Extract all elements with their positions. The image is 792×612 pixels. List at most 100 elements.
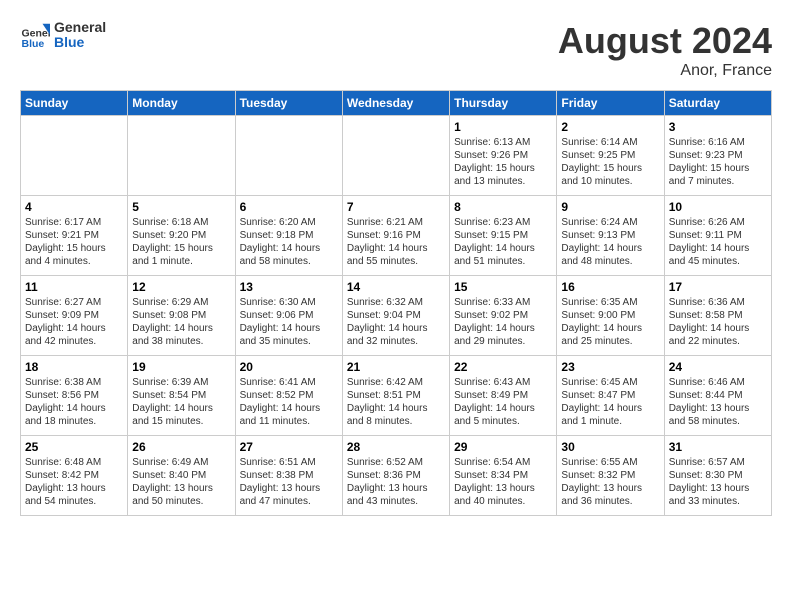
calendar-cell: 23Sunrise: 6:45 AM Sunset: 8:47 PM Dayli… <box>557 356 664 436</box>
calendar-cell: 10 Sunrise: 6:26 AM Sunset: 9:11 PM Dayli… <box>664 196 771 276</box>
week-row-1: 1 Sunrise: 6:13 AM Sunset: 9:26 PM Daylig… <box>21 116 772 196</box>
day-number: 30 <box>561 440 659 454</box>
title-block: August 2024 Anor, France <box>558 20 772 80</box>
day-info: Sunrise: 6:46 AM Sunset: 8:44 PM Dayligh… <box>669 376 767 428</box>
calendar-cell: 6 Sunrise: 6:20 AM Sunset: 9:18 PM Daylig… <box>235 196 342 276</box>
day-info: Sunrise: 6:27 AM Sunset: 9:09 PM Dayligh… <box>25 296 123 348</box>
day-number: 10 <box>669 200 767 214</box>
weekday-header-sunday: Sunday <box>21 91 128 116</box>
day-number: 6 <box>240 200 338 214</box>
day-info: Sunrise: 6:14 AM Sunset: 9:25 PM Dayligh… <box>561 136 659 188</box>
day-number: 26 <box>132 440 230 454</box>
day-number: 8 <box>454 200 552 214</box>
day-number: 4 <box>25 200 123 214</box>
logo-general-text: General <box>54 20 106 35</box>
weekday-header-wednesday: Wednesday <box>342 91 449 116</box>
calendar-cell: 29Sunrise: 6:54 AM Sunset: 8:34 PM Dayli… <box>450 436 557 516</box>
calendar-cell: 4 Sunrise: 6:17 AM Sunset: 9:21 PM Daylig… <box>21 196 128 276</box>
day-info: Sunrise: 6:57 AM Sunset: 8:30 PM Dayligh… <box>669 456 767 508</box>
weekday-header-row: SundayMondayTuesdayWednesdayThursdayFrid… <box>21 91 772 116</box>
day-info: Sunrise: 6:35 AM Sunset: 9:00 PM Dayligh… <box>561 296 659 348</box>
calendar-cell: 25 Sunrise: 6:48 AM Sunset: 8:42 PM Dayli… <box>21 436 128 516</box>
calendar-cell: 9Sunrise: 6:24 AM Sunset: 9:13 PM Daylig… <box>557 196 664 276</box>
calendar-cell <box>21 116 128 196</box>
calendar-cell: 20Sunrise: 6:41 AM Sunset: 8:52 PM Dayli… <box>235 356 342 436</box>
week-row-4: 18 Sunrise: 6:38 AM Sunset: 8:56 PM Dayli… <box>21 356 772 436</box>
calendar-cell: 21 Sunrise: 6:42 AM Sunset: 8:51 PM Dayli… <box>342 356 449 436</box>
day-info: Sunrise: 6:52 AM Sunset: 8:36 PM Dayligh… <box>347 456 445 508</box>
week-row-2: 4 Sunrise: 6:17 AM Sunset: 9:21 PM Daylig… <box>21 196 772 276</box>
day-number: 15 <box>454 280 552 294</box>
calendar-cell <box>128 116 235 196</box>
weekday-header-monday: Monday <box>128 91 235 116</box>
calendar-table: SundayMondayTuesdayWednesdayThursdayFrid… <box>20 90 772 516</box>
calendar-cell: 30 Sunrise: 6:55 AM Sunset: 8:32 PM Dayli… <box>557 436 664 516</box>
day-number: 18 <box>25 360 123 374</box>
day-info: Sunrise: 6:54 AM Sunset: 8:34 PM Dayligh… <box>454 456 552 508</box>
day-number: 13 <box>240 280 338 294</box>
calendar-cell: 7 Sunrise: 6:21 AM Sunset: 9:16 PM Daylig… <box>342 196 449 276</box>
day-info: Sunrise: 6:23 AM Sunset: 9:15 PM Dayligh… <box>454 216 552 268</box>
day-info: Sunrise: 6:21 AM Sunset: 9:16 PM Dayligh… <box>347 216 445 268</box>
calendar-cell: 27 Sunrise: 6:51 AM Sunset: 8:38 PM Dayli… <box>235 436 342 516</box>
day-number: 14 <box>347 280 445 294</box>
calendar-cell: 31 Sunrise: 6:57 AM Sunset: 8:30 PM Dayli… <box>664 436 771 516</box>
calendar-cell: 19 Sunrise: 6:39 AM Sunset: 8:54 PM Dayli… <box>128 356 235 436</box>
location: Anor, France <box>558 62 772 80</box>
week-row-5: 25 Sunrise: 6:48 AM Sunset: 8:42 PM Dayli… <box>21 436 772 516</box>
day-number: 12 <box>132 280 230 294</box>
logo: General Blue General Blue <box>20 20 106 51</box>
calendar-cell: 28Sunrise: 6:52 AM Sunset: 8:36 PM Dayli… <box>342 436 449 516</box>
day-info: Sunrise: 6:26 AM Sunset: 9:11 PM Dayligh… <box>669 216 767 268</box>
calendar-cell: 13 Sunrise: 6:30 AM Sunset: 9:06 PM Dayli… <box>235 276 342 356</box>
calendar-cell: 22 Sunrise: 6:43 AM Sunset: 8:49 PM Dayli… <box>450 356 557 436</box>
day-number: 3 <box>669 120 767 134</box>
calendar-cell: 2 Sunrise: 6:14 AM Sunset: 9:25 PM Daylig… <box>557 116 664 196</box>
calendar-cell: 12 Sunrise: 6:29 AM Sunset: 9:08 PM Dayli… <box>128 276 235 356</box>
day-info: Sunrise: 6:32 AM Sunset: 9:04 PM Dayligh… <box>347 296 445 348</box>
day-number: 11 <box>25 280 123 294</box>
calendar-cell: 8 Sunrise: 6:23 AM Sunset: 9:15 PM Daylig… <box>450 196 557 276</box>
day-number: 21 <box>347 360 445 374</box>
logo-icon: General Blue <box>20 20 50 50</box>
logo-blue-text: Blue <box>54 35 106 50</box>
day-number: 31 <box>669 440 767 454</box>
day-info: Sunrise: 6:29 AM Sunset: 9:08 PM Dayligh… <box>132 296 230 348</box>
day-number: 1 <box>454 120 552 134</box>
day-info: Sunrise: 6:55 AM Sunset: 8:32 PM Dayligh… <box>561 456 659 508</box>
weekday-header-thursday: Thursday <box>450 91 557 116</box>
calendar-cell: 26 Sunrise: 6:49 AM Sunset: 8:40 PM Dayli… <box>128 436 235 516</box>
day-number: 16 <box>561 280 659 294</box>
day-number: 7 <box>347 200 445 214</box>
day-info: Sunrise: 6:17 AM Sunset: 9:21 PM Dayligh… <box>25 216 123 268</box>
day-info: Sunrise: 6:39 AM Sunset: 8:54 PM Dayligh… <box>132 376 230 428</box>
day-number: 24 <box>669 360 767 374</box>
day-number: 22 <box>454 360 552 374</box>
day-info: Sunrise: 6:36 AM Sunset: 8:58 PM Dayligh… <box>669 296 767 348</box>
day-info: Sunrise: 6:51 AM Sunset: 8:38 PM Dayligh… <box>240 456 338 508</box>
day-info: Sunrise: 6:33 AM Sunset: 9:02 PM Dayligh… <box>454 296 552 348</box>
calendar-cell: 16 Sunrise: 6:35 AM Sunset: 9:00 PM Dayli… <box>557 276 664 356</box>
day-number: 17 <box>669 280 767 294</box>
calendar-cell: 5Sunrise: 6:18 AM Sunset: 9:20 PM Daylig… <box>128 196 235 276</box>
day-number: 5 <box>132 200 230 214</box>
day-info: Sunrise: 6:42 AM Sunset: 8:51 PM Dayligh… <box>347 376 445 428</box>
day-number: 25 <box>25 440 123 454</box>
day-info: Sunrise: 6:30 AM Sunset: 9:06 PM Dayligh… <box>240 296 338 348</box>
month-year: August 2024 <box>558 20 772 62</box>
calendar-cell: 15 Sunrise: 6:33 AM Sunset: 9:02 PM Dayli… <box>450 276 557 356</box>
day-number: 19 <box>132 360 230 374</box>
day-info: Sunrise: 6:20 AM Sunset: 9:18 PM Dayligh… <box>240 216 338 268</box>
day-info: Sunrise: 6:43 AM Sunset: 8:49 PM Dayligh… <box>454 376 552 428</box>
day-number: 2 <box>561 120 659 134</box>
day-info: Sunrise: 6:38 AM Sunset: 8:56 PM Dayligh… <box>25 376 123 428</box>
day-info: Sunrise: 6:24 AM Sunset: 9:13 PM Dayligh… <box>561 216 659 268</box>
day-number: 27 <box>240 440 338 454</box>
day-info: Sunrise: 6:13 AM Sunset: 9:26 PM Dayligh… <box>454 136 552 188</box>
calendar-cell <box>342 116 449 196</box>
day-info: Sunrise: 6:49 AM Sunset: 8:40 PM Dayligh… <box>132 456 230 508</box>
day-number: 23 <box>561 360 659 374</box>
day-info: Sunrise: 6:16 AM Sunset: 9:23 PM Dayligh… <box>669 136 767 188</box>
day-info: Sunrise: 6:48 AM Sunset: 8:42 PM Dayligh… <box>25 456 123 508</box>
svg-text:Blue: Blue <box>22 38 45 50</box>
